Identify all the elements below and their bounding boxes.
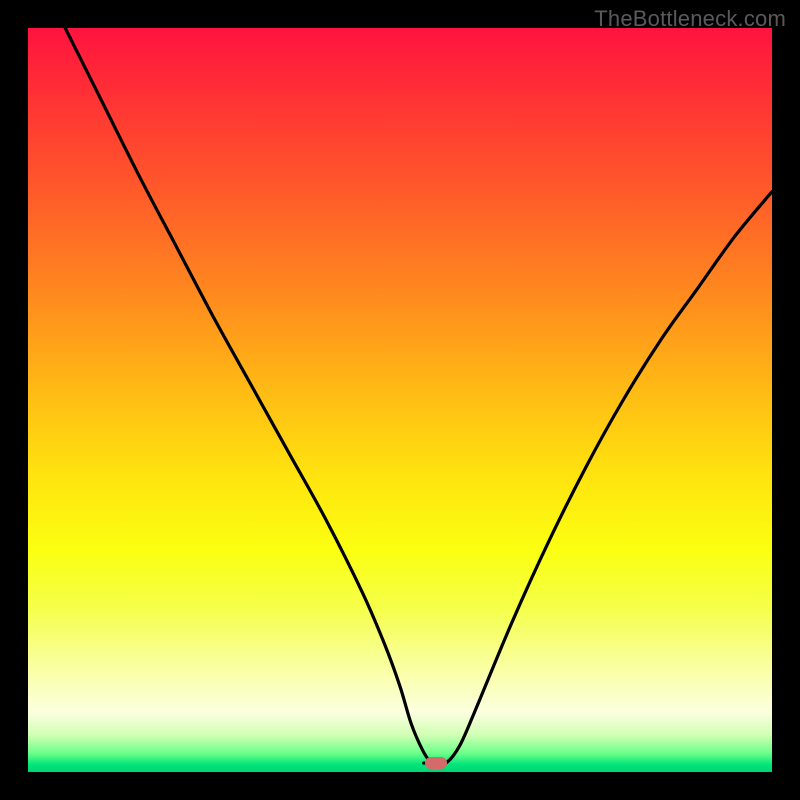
optimum-marker	[425, 757, 447, 769]
chart-frame: TheBottleneck.com	[0, 0, 800, 800]
watermark-text: TheBottleneck.com	[594, 6, 786, 32]
plot-gradient-area	[28, 28, 772, 772]
